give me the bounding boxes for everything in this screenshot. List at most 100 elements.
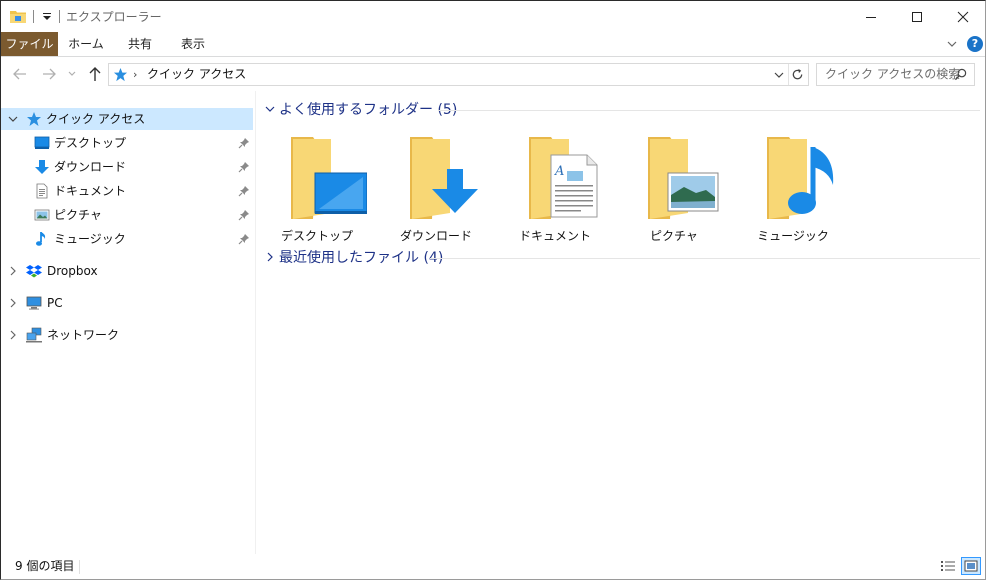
- navigation-bar: › クイック アクセス クイック アクセスの検索: [1, 57, 985, 91]
- title-separator: [33, 10, 34, 23]
- folder-downloads[interactable]: ダウンロード: [380, 135, 492, 245]
- sidebar-item-label: ドキュメント: [54, 184, 127, 198]
- network-icon: [26, 327, 42, 343]
- status-separator: [79, 560, 80, 574]
- large-icons-view-icon: [964, 560, 978, 572]
- pictures-folder-icon: [648, 137, 719, 219]
- chevron-right-icon[interactable]: [264, 250, 276, 264]
- folder-label: ミュージック: [757, 229, 829, 243]
- pin-icon[interactable]: [238, 161, 250, 173]
- quick-access-star-icon: [113, 67, 128, 82]
- recent-locations-button[interactable]: [65, 65, 79, 83]
- refresh-icon[interactable]: [791, 68, 804, 81]
- chevron-right-icon[interactable]: [7, 296, 19, 310]
- address-bar[interactable]: › クイック アクセス: [108, 63, 809, 86]
- sidebar-item-label: ミュージック: [54, 232, 126, 246]
- chevron-right-icon[interactable]: [7, 328, 19, 342]
- minimize-icon: [866, 16, 876, 18]
- folder-pictures[interactable]: ピクチャ: [618, 135, 730, 245]
- pictures-icon: [34, 209, 50, 221]
- sidebar-item-downloads[interactable]: ダウンロード: [1, 156, 253, 178]
- details-view-button[interactable]: [938, 557, 958, 575]
- group-header: 最近使用したファイル (4): [279, 250, 444, 266]
- group-divider: [430, 258, 980, 259]
- folder-documents[interactable]: A ドキュメント: [499, 135, 611, 245]
- sidebar-item-label: クイック アクセス: [46, 112, 146, 126]
- arrow-up-icon: [89, 67, 101, 81]
- address-history-chevron-icon[interactable]: [773, 69, 785, 81]
- minimize-button[interactable]: [848, 1, 894, 32]
- folder-music[interactable]: ミュージック: [737, 135, 849, 245]
- forward-button[interactable]: [39, 65, 59, 83]
- chevron-down-icon[interactable]: [264, 102, 276, 116]
- status-bar: 9 個の項目: [1, 554, 985, 579]
- close-button[interactable]: [940, 1, 986, 32]
- sidebar-item-music[interactable]: ミュージック: [1, 228, 253, 250]
- sidebar-item-label: デスクトップ: [54, 136, 127, 150]
- folder-label: ドキュメント: [518, 229, 591, 243]
- breadcrumb-quick-access[interactable]: クイック アクセス: [147, 64, 246, 85]
- svg-text:A: A: [554, 164, 564, 179]
- quick-access-star-icon: [27, 112, 41, 126]
- up-button[interactable]: [85, 65, 105, 83]
- desktop-icon: [34, 136, 50, 149]
- sidebar-item-quick-access[interactable]: クイック アクセス: [1, 108, 253, 130]
- sidebar-item-label: ダウンロード: [54, 160, 127, 174]
- sidebar-item-dropbox[interactable]: Dropbox: [1, 260, 253, 282]
- chevron-down-icon: [68, 71, 76, 76]
- details-view-icon: [941, 561, 955, 571]
- pin-icon[interactable]: [238, 209, 250, 221]
- sidebar-item-label: Dropbox: [47, 264, 98, 278]
- title-bar: エクスプローラー: [1, 1, 985, 32]
- explorer-window: エクスプローラー ファイル ホーム 共有 表示 ? › クイック アクセス クイ…: [0, 0, 986, 580]
- tab-file[interactable]: ファイル: [1, 32, 58, 56]
- tab-view[interactable]: 表示: [166, 32, 220, 56]
- documents-folder-icon: A: [529, 137, 598, 219]
- pin-icon[interactable]: [238, 233, 250, 245]
- folder-label: デスクトップ: [280, 229, 353, 243]
- back-button[interactable]: [10, 65, 30, 83]
- group-header: よく使用するフォルダー (5): [279, 102, 458, 118]
- sidebar-item-label: ネットワーク: [47, 328, 120, 342]
- help-icon[interactable]: ?: [967, 36, 983, 52]
- large-icons-view-button[interactable]: [961, 557, 981, 575]
- expand-ribbon-chevron-icon[interactable]: [946, 36, 960, 52]
- music-icon: [36, 232, 46, 246]
- download-folder-icon: [410, 137, 478, 219]
- folder-icon[interactable]: [10, 9, 26, 23]
- dropbox-icon: [26, 265, 42, 278]
- chevron-right-icon[interactable]: [7, 264, 19, 278]
- title-separator: [59, 10, 60, 23]
- item-count: 9 個の項目: [15, 559, 75, 573]
- sidebar-item-desktop[interactable]: デスクトップ: [1, 132, 253, 154]
- tab-share[interactable]: 共有: [114, 32, 166, 56]
- quick-access-toolbar-dropdown-icon[interactable]: [41, 9, 53, 23]
- sidebar-item-label: PC: [47, 296, 63, 310]
- pin-icon[interactable]: [238, 185, 250, 197]
- pc-icon: [26, 296, 42, 310]
- sidebar-item-network[interactable]: ネットワーク: [1, 324, 253, 346]
- sidebar-item-label: ピクチャ: [54, 208, 102, 222]
- sidebar-item-documents[interactable]: ドキュメント: [1, 180, 253, 202]
- close-icon: [957, 11, 969, 22]
- pin-icon[interactable]: [238, 137, 250, 149]
- group-recent-files[interactable]: 最近使用したファイル (4): [262, 247, 980, 269]
- sidebar-item-pictures[interactable]: ピクチャ: [1, 204, 253, 226]
- desktop-folder-icon: [291, 137, 367, 219]
- folder-desktop[interactable]: デスクトップ: [261, 135, 373, 245]
- group-frequent-folders[interactable]: よく使用するフォルダー (5): [262, 99, 980, 121]
- sidebar-item-pc[interactable]: PC: [1, 292, 253, 314]
- arrow-right-icon: [43, 68, 56, 80]
- search-box[interactable]: クイック アクセスの検索: [816, 63, 975, 86]
- breadcrumb-separator[interactable]: ›: [133, 64, 137, 85]
- ribbon-tabs: ファイル ホーム 共有 表示 ?: [1, 32, 985, 57]
- tab-home[interactable]: ホーム: [58, 32, 114, 56]
- documents-icon: [36, 183, 48, 199]
- chevron-down-icon[interactable]: [7, 112, 19, 126]
- search-icon[interactable]: [954, 68, 967, 81]
- download-icon: [35, 160, 49, 174]
- search-placeholder: クイック アクセスの検索: [825, 67, 961, 81]
- music-folder-icon: [767, 137, 834, 219]
- arrow-left-icon: [13, 68, 26, 80]
- maximize-button[interactable]: [894, 1, 940, 32]
